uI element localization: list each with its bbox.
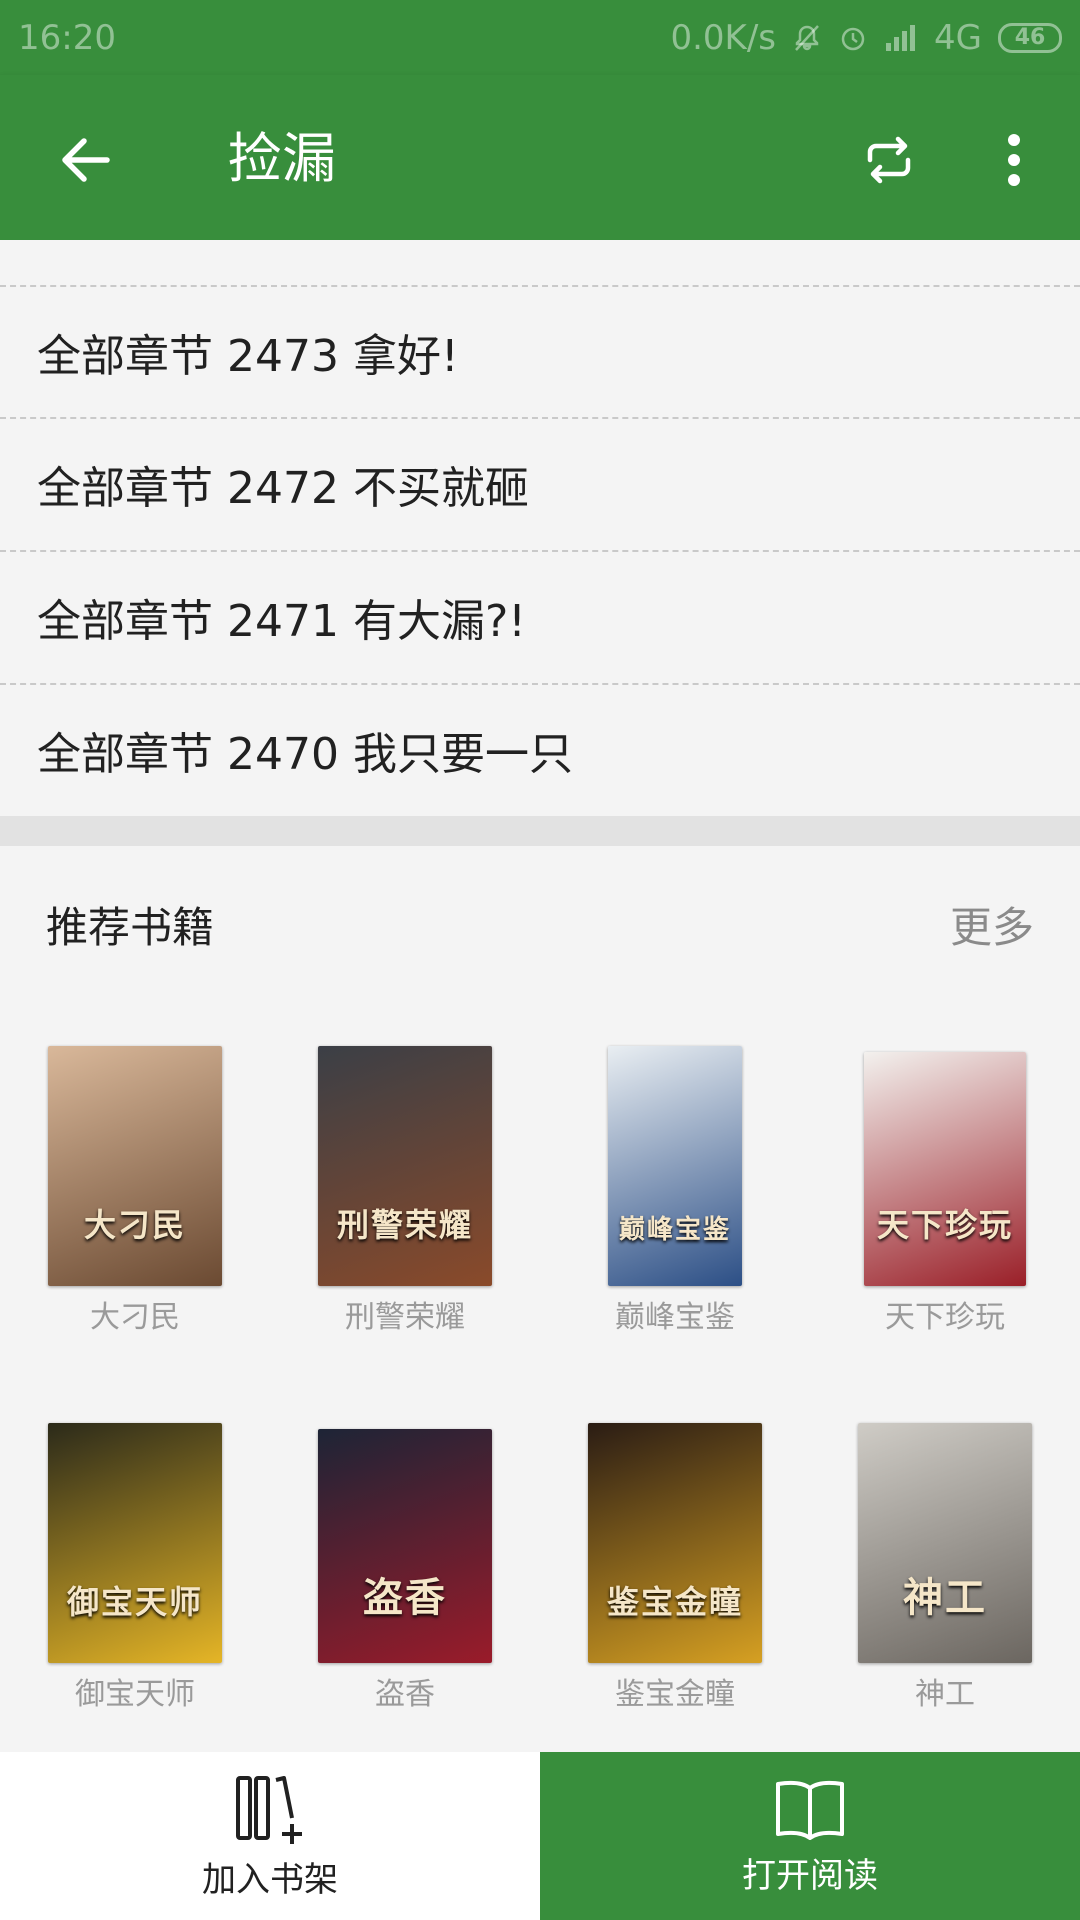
chapter-title: 全部章节 2472 不买就砸 xyxy=(37,463,529,514)
battery-level: 46 xyxy=(1014,25,1046,50)
book-cover-title: 神工 xyxy=(903,1575,987,1621)
book-item[interactable]: 天下珍玩 天下珍玩 xyxy=(835,1052,1055,1336)
book-title: 大刁民 xyxy=(90,1300,180,1335)
book-cover-title: 天下珍玩 xyxy=(876,1206,1013,1244)
bottom-bar: 加入书架 打开阅读 xyxy=(0,1752,1080,1920)
book-title: 天下珍玩 xyxy=(885,1300,1005,1335)
status-indicators: 0.0K/s 4G 46 xyxy=(670,18,1062,58)
alarm-icon xyxy=(838,23,868,53)
book-item[interactable]: 御宝天师 御宝天师 xyxy=(25,1423,245,1713)
chapter-item[interactable]: 全部章节 2471 有大漏?! xyxy=(0,550,1080,682)
book-cover: 盗香 xyxy=(318,1429,492,1663)
book-cover-title: 盗香 xyxy=(363,1575,447,1621)
chapter-item[interactable]: 全部章节 2472 不买就砸 xyxy=(0,417,1080,549)
mute-icon xyxy=(792,23,822,53)
book-item[interactable]: 神工 神工 xyxy=(835,1423,1055,1713)
chapter-item[interactable]: 全部章节 2470 我只要一只 xyxy=(0,683,1080,815)
repeat-icon xyxy=(867,136,911,184)
book-cover-title: 巅峰宝鉴 xyxy=(618,1215,731,1245)
battery-icon: 46 xyxy=(998,22,1062,53)
chapter-title: 全部章节 2473 拿好! xyxy=(37,331,459,382)
more-link[interactable]: 更多 xyxy=(950,894,1034,955)
add-to-shelf-button[interactable]: 加入书架 xyxy=(0,1752,540,1920)
open-read-label: 打开阅读 xyxy=(742,1855,878,1896)
book-item[interactable]: 盗香 盗香 xyxy=(295,1429,515,1713)
book-item[interactable]: 鉴宝金瞳 鉴宝金瞳 xyxy=(565,1423,785,1713)
open-read-button[interactable]: 打开阅读 xyxy=(540,1752,1080,1920)
add-to-shelf-label: 加入书架 xyxy=(202,1859,338,1900)
status-bar: 16:20 0.0K/s 4G 46 xyxy=(0,0,1080,75)
book-cover: 大刁民 xyxy=(48,1046,222,1286)
status-time: 16:20 xyxy=(18,17,116,58)
book-cover: 巅峰宝鉴 xyxy=(608,1046,742,1286)
book-title: 御宝天师 xyxy=(75,1677,195,1712)
network-type: 4G xyxy=(934,17,982,58)
book-item[interactable]: 巅峰宝鉴 巅峰宝鉴 xyxy=(565,1046,785,1336)
book-cover-title: 刑警荣耀 xyxy=(336,1206,473,1244)
book-title: 盗香 xyxy=(375,1677,435,1712)
more-vert-icon xyxy=(1008,134,1020,186)
section-divider xyxy=(0,816,1080,846)
book-cover-title: 御宝天师 xyxy=(66,1583,203,1621)
page-title: 捡漏 xyxy=(228,127,336,190)
signal-icon xyxy=(884,23,918,53)
recommend-header: 推荐书籍 更多 xyxy=(0,846,1080,996)
more-options-button[interactable] xyxy=(994,125,1034,195)
book-title: 鉴宝金瞳 xyxy=(615,1677,735,1712)
book-cover: 天下珍玩 xyxy=(864,1052,1026,1286)
arrow-left-icon xyxy=(62,138,110,182)
book-item[interactable]: 刑警荣耀 刑警荣耀 xyxy=(295,1046,515,1336)
book-title: 刑警荣耀 xyxy=(345,1300,465,1335)
book-title: 巅峰宝鉴 xyxy=(615,1300,735,1335)
recommend-title: 推荐书籍 xyxy=(46,903,215,952)
chapter-title: 全部章节 2470 我只要一只 xyxy=(37,729,573,780)
book-cover-title: 大刁民 xyxy=(83,1206,186,1244)
app-bar: 捡漏 xyxy=(0,75,1080,240)
book-cover: 鉴宝金瞳 xyxy=(588,1423,762,1663)
book-title: 神工 xyxy=(915,1677,975,1712)
book-cover: 刑警荣耀 xyxy=(318,1046,492,1286)
back-button[interactable] xyxy=(50,125,120,195)
chapter-item[interactable]: 全部章节 2473 拿好! xyxy=(0,285,1080,417)
bookshelf-add-icon xyxy=(236,1775,302,1844)
switch-source-button[interactable] xyxy=(856,125,922,195)
book-cover: 御宝天师 xyxy=(48,1423,222,1663)
net-speed: 0.0K/s xyxy=(670,17,777,58)
chapter-list: 全部章节 2473 拿好! 全部章节 2472 不买就砸 全部章节 2471 有… xyxy=(0,240,1080,816)
open-book-icon xyxy=(776,1780,844,1840)
book-item[interactable]: 大刁民 大刁民 xyxy=(25,1046,245,1336)
book-cover-title: 鉴宝金瞳 xyxy=(606,1583,743,1621)
book-cover: 神工 xyxy=(858,1423,1032,1663)
chapter-title: 全部章节 2471 有大漏?! xyxy=(37,596,526,647)
